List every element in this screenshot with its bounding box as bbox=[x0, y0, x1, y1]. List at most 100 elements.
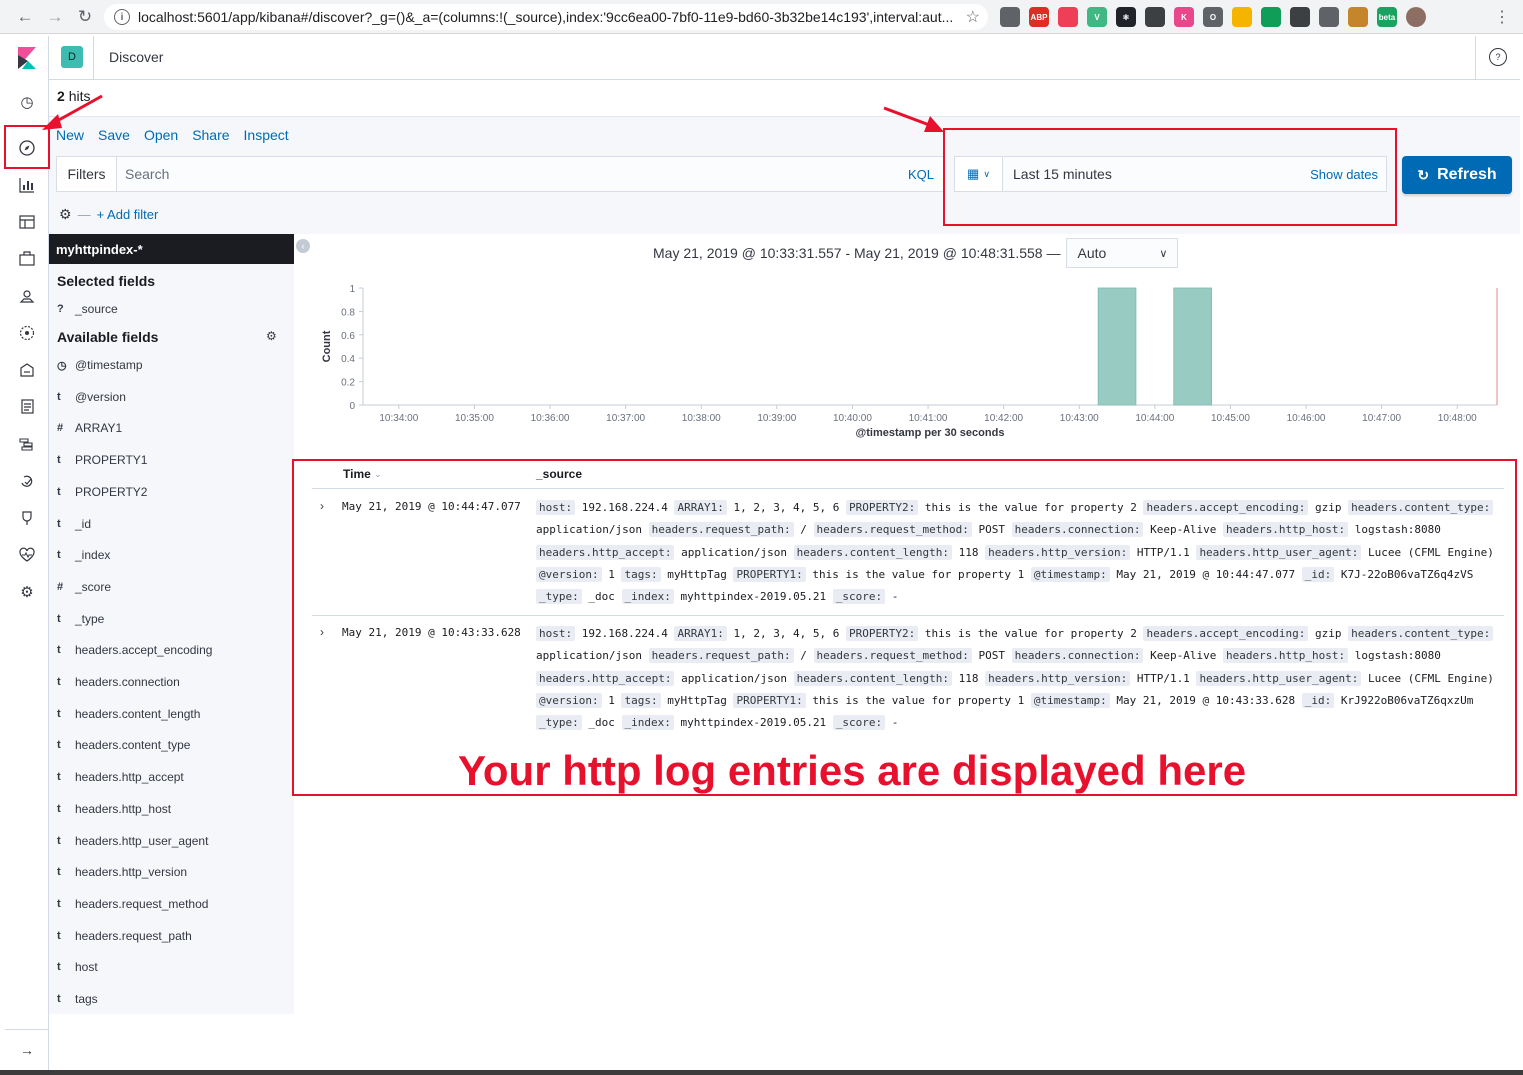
x-tick-label: 10:37:00 bbox=[606, 413, 645, 424]
field-item[interactable]: ◷ @timestamp bbox=[57, 355, 143, 375]
help-icon[interactable]: ? bbox=[1489, 48, 1507, 66]
field-name: headers.content_type bbox=[75, 738, 191, 753]
cookie-ext-icon[interactable] bbox=[1348, 7, 1368, 27]
filter-row: ⚙ — + Add filter bbox=[59, 206, 158, 223]
collapse-sidebar-chevron-icon[interactable]: ‹ bbox=[296, 239, 310, 253]
field-item[interactable]: t headers.request_path bbox=[57, 926, 192, 946]
field-item[interactable]: t headers.http_accept bbox=[57, 767, 184, 787]
reload-icon[interactable]: ↻ bbox=[70, 2, 100, 32]
field-type-icon: t bbox=[57, 707, 61, 720]
drive-icon[interactable] bbox=[1000, 7, 1020, 27]
inspect-button[interactable]: Inspect bbox=[244, 127, 289, 143]
field-type-icon: t bbox=[57, 771, 61, 784]
field-name: headers.http_accept bbox=[75, 770, 184, 785]
field-name: _source bbox=[75, 302, 118, 316]
beta-ext-icon[interactable]: beta bbox=[1377, 7, 1397, 27]
chart-time-range: May 21, 2019 @ 10:33:31.557 - May 21, 20… bbox=[653, 245, 1061, 261]
expand-nav-arrow-icon[interactable]: → bbox=[5, 1029, 49, 1069]
field-type-icon: t bbox=[57, 834, 61, 847]
field-item[interactable]: t tags bbox=[57, 989, 98, 1009]
x-tick-label: 10:47:00 bbox=[1362, 413, 1401, 424]
leaf-ext-icon[interactable] bbox=[1261, 7, 1281, 27]
index-pattern-selector[interactable]: myhttpindex-* bbox=[49, 234, 294, 264]
ml-icon[interactable] bbox=[12, 318, 42, 348]
x-tick-label: 10:36:00 bbox=[531, 413, 570, 424]
filter-settings-gear-icon[interactable]: ⚙ bbox=[59, 206, 72, 223]
x-tick-label: 10:35:00 bbox=[455, 413, 494, 424]
field-type-icon: t bbox=[57, 802, 61, 815]
kibana-logo-icon[interactable] bbox=[5, 36, 49, 80]
apm-icon[interactable] bbox=[12, 429, 42, 459]
selected-fields-title: Selected fields bbox=[57, 273, 156, 289]
refresh-label: Refresh bbox=[1437, 166, 1497, 183]
uptime-icon[interactable] bbox=[12, 466, 42, 496]
kibana-ext-icon[interactable]: K bbox=[1174, 7, 1194, 27]
refresh-button[interactable]: ↻ Refresh bbox=[1402, 156, 1512, 194]
logs-icon[interactable] bbox=[12, 392, 42, 422]
field-item[interactable]: t _id bbox=[57, 514, 91, 534]
space-avatar[interactable]: D bbox=[61, 46, 83, 68]
y-tick-label: 1 bbox=[349, 284, 355, 295]
available-fields-title: Available fields bbox=[57, 329, 159, 345]
x-tick-label: 10:40:00 bbox=[833, 413, 872, 424]
pocket-icon[interactable] bbox=[1058, 7, 1078, 27]
field-name: headers.http_version bbox=[75, 865, 188, 880]
x-tick-label: 10:38:00 bbox=[682, 413, 721, 424]
maps-icon[interactable] bbox=[12, 281, 42, 311]
field-item[interactable]: t headers.accept_encoding bbox=[57, 640, 212, 660]
vue-icon[interactable]: V bbox=[1087, 7, 1107, 27]
field-item[interactable]: t headers.content_type bbox=[57, 735, 190, 755]
search-input[interactable] bbox=[117, 157, 899, 191]
field-item[interactable]: t _index bbox=[57, 545, 110, 565]
kibana-header: D Discover ? bbox=[49, 36, 1520, 80]
add-filter-button[interactable]: + Add filter bbox=[97, 207, 159, 222]
canvas-icon[interactable] bbox=[12, 244, 42, 274]
color-ext-icon[interactable] bbox=[1232, 7, 1252, 27]
filters-button[interactable]: Filters bbox=[57, 157, 117, 191]
dev-tools-icon[interactable] bbox=[12, 503, 42, 533]
dashboard-icon[interactable] bbox=[12, 207, 42, 237]
visualize-icon[interactable] bbox=[12, 170, 42, 200]
profile-avatar-icon[interactable] bbox=[1406, 7, 1426, 27]
field-item[interactable]: t PROPERTY2 bbox=[57, 482, 147, 502]
field-item[interactable]: t headers.connection bbox=[57, 672, 180, 692]
extension-bar: ABP V ⚛ K Obeta bbox=[1000, 7, 1426, 27]
field-item[interactable]: t headers.http_user_agent bbox=[57, 831, 208, 851]
share-button[interactable]: Share bbox=[192, 127, 229, 143]
open-button[interactable]: Open bbox=[144, 127, 178, 143]
back-arrow-icon[interactable]: ← bbox=[10, 2, 40, 32]
field-item[interactable]: t _type bbox=[57, 609, 104, 629]
x-tick-label: 10:44:00 bbox=[1135, 413, 1174, 424]
field-item[interactable]: ? _source bbox=[57, 299, 118, 319]
field-item[interactable]: t headers.http_host bbox=[57, 799, 171, 819]
circle-ext-icon[interactable]: O bbox=[1203, 7, 1223, 27]
field-item[interactable]: # ARRAY1 bbox=[57, 418, 122, 438]
infrastructure-icon[interactable] bbox=[12, 355, 42, 385]
field-item[interactable]: t @version bbox=[57, 387, 126, 407]
field-item[interactable]: t headers.content_length bbox=[57, 704, 200, 724]
management-gear-icon[interactable]: ⚙ bbox=[12, 577, 42, 607]
field-item[interactable]: t host bbox=[57, 957, 98, 977]
field-type-icon: t bbox=[57, 866, 61, 879]
dots-ext-icon[interactable] bbox=[1319, 7, 1339, 27]
field-item[interactable]: # _score bbox=[57, 577, 111, 597]
field-name: headers.http_host bbox=[75, 801, 172, 816]
monitoring-icon[interactable] bbox=[12, 540, 42, 570]
field-item[interactable]: t PROPERTY1 bbox=[57, 450, 147, 470]
adblock-icon[interactable]: ABP bbox=[1029, 7, 1049, 27]
info-icon[interactable]: i bbox=[114, 9, 130, 25]
x-tick-label: 10:34:00 bbox=[379, 413, 418, 424]
field-name: host bbox=[75, 960, 98, 975]
extension-icon[interactable] bbox=[1145, 7, 1165, 27]
field-item[interactable]: t headers.request_method bbox=[57, 894, 208, 914]
field-item[interactable]: t headers.http_version bbox=[57, 862, 187, 882]
browser-menu-icon[interactable]: ⋮ bbox=[1494, 7, 1510, 27]
bookmark-star-icon[interactable]: ☆ bbox=[966, 7, 980, 27]
field-filter-gear-icon[interactable]: ⚙ bbox=[266, 329, 277, 343]
interval-select[interactable]: Auto ∨ bbox=[1066, 238, 1179, 268]
react-icon[interactable]: ⚛ bbox=[1116, 7, 1136, 27]
address-bar[interactable]: i localhost:5601/app/kibana#/discover?_g… bbox=[104, 4, 988, 30]
forward-arrow-icon[interactable]: → bbox=[40, 2, 70, 32]
kql-toggle[interactable]: KQL bbox=[899, 167, 943, 182]
window-ext-icon[interactable] bbox=[1290, 7, 1310, 27]
